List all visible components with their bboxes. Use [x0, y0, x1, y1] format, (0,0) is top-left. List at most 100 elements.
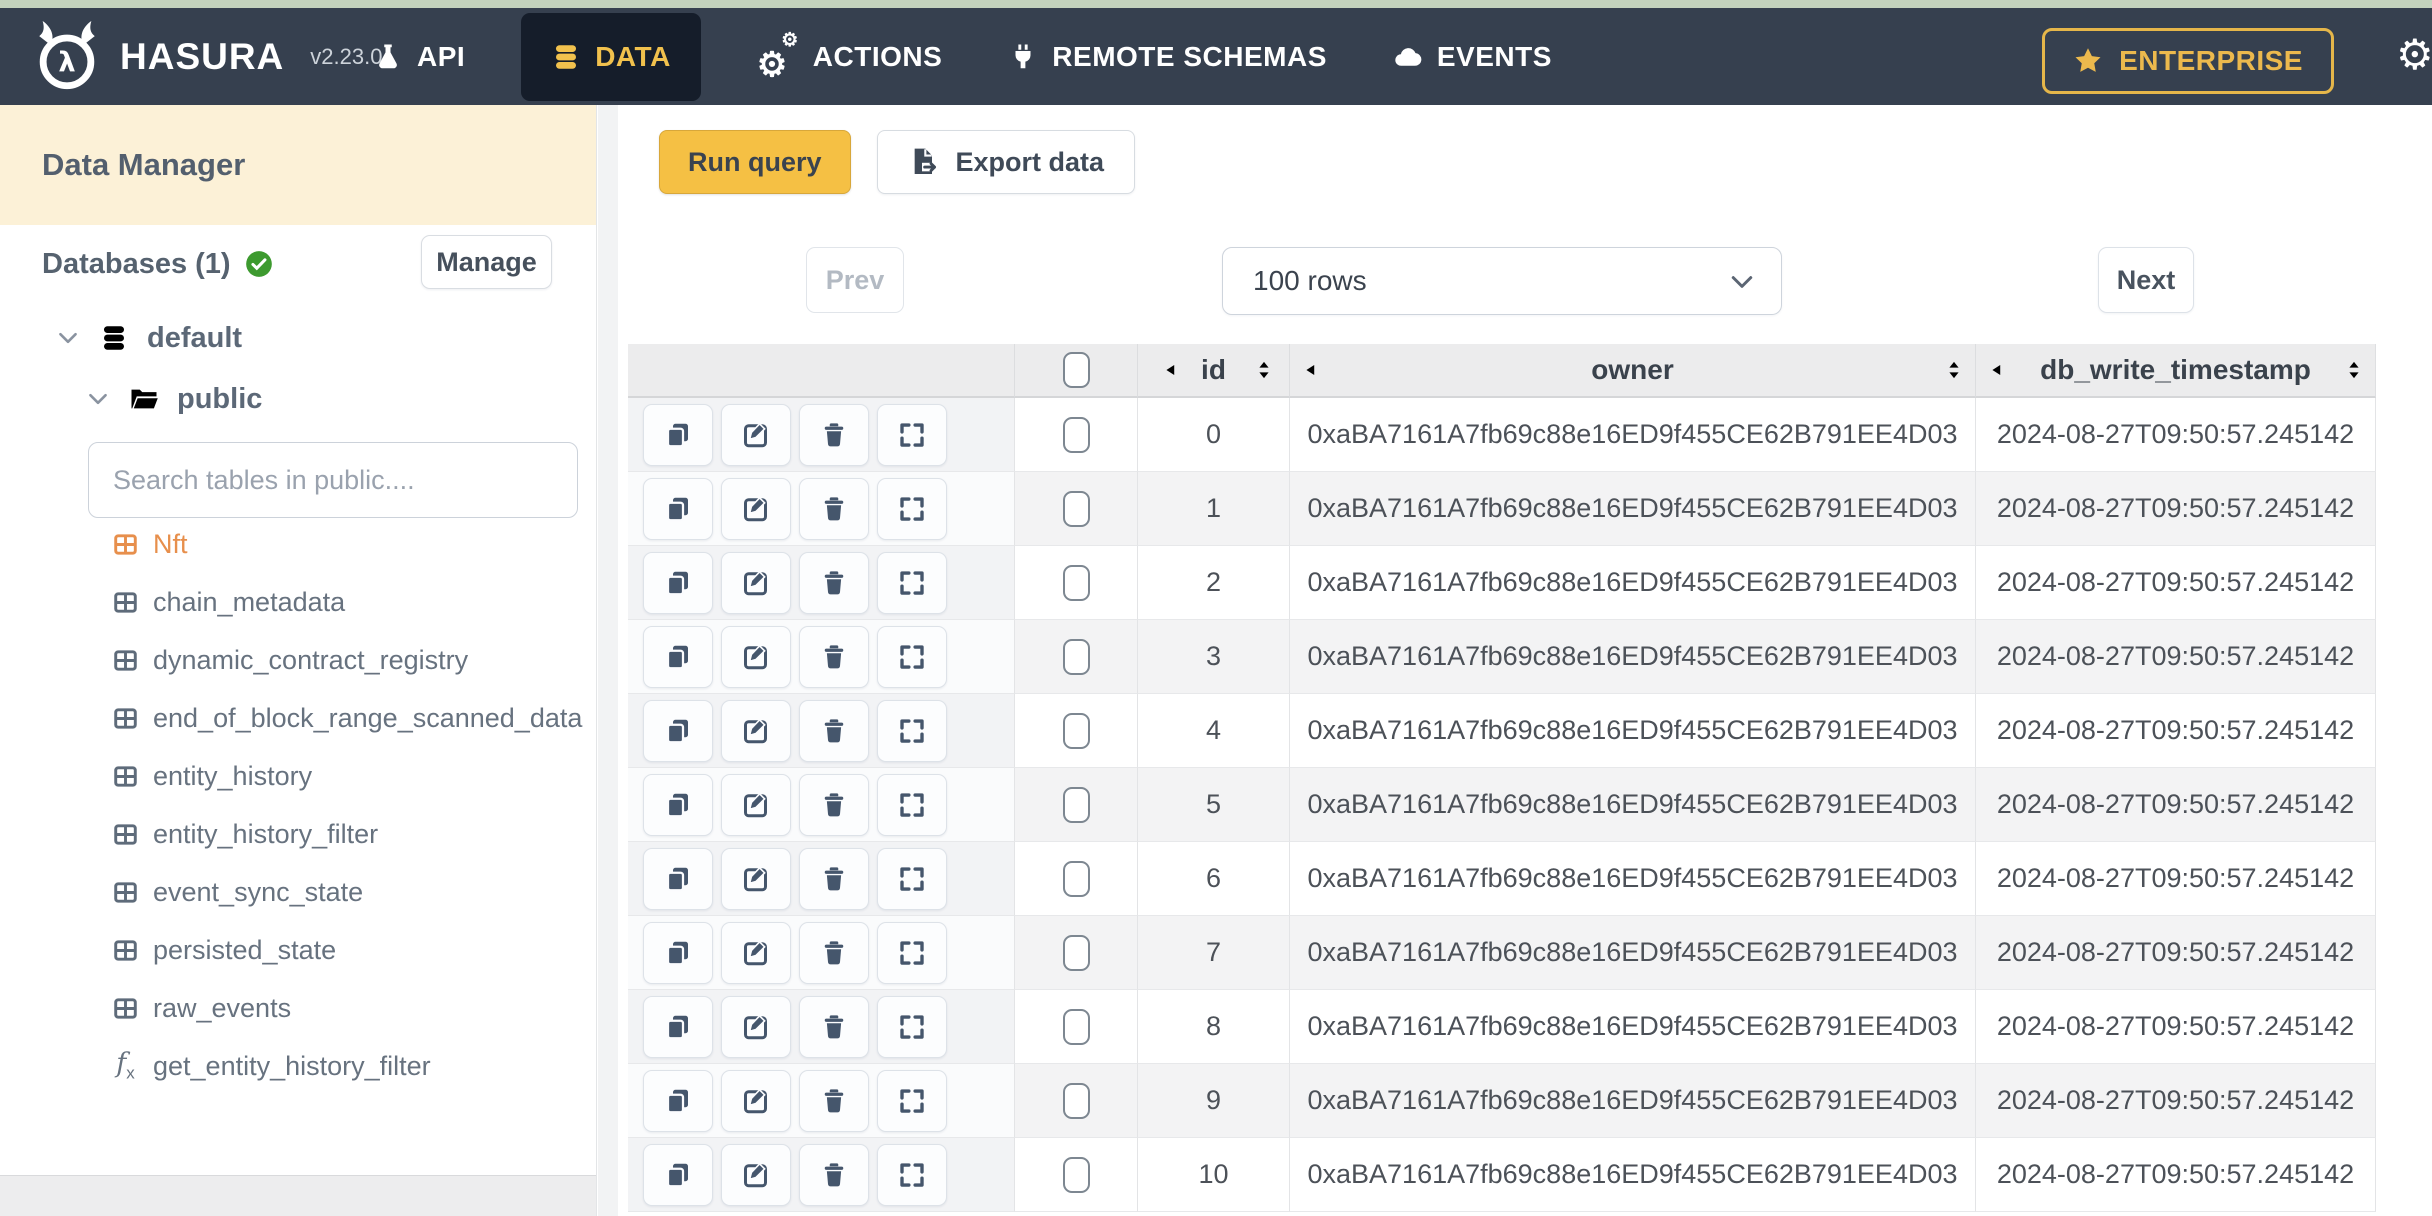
edit-row-button[interactable] [721, 995, 791, 1058]
edit-row-button[interactable] [721, 773, 791, 836]
delete-row-button[interactable] [799, 1069, 869, 1132]
main-content: Run query Export data Prev 100 rows Next… [618, 105, 2432, 1216]
sort-icon[interactable] [1253, 359, 1275, 381]
nav-label: ACTIONS [812, 40, 943, 72]
clone-row-button[interactable] [643, 625, 713, 688]
expand-row-button[interactable] [877, 403, 947, 466]
delete-row-button[interactable] [799, 1143, 869, 1206]
sidebar-item-function-get_entity_history_filter[interactable]: fx get_entity_history_filter [0, 1037, 596, 1095]
sidebar-item-table-entity_history[interactable]: entity_history [0, 747, 596, 805]
sidebar-item-table-chain_metadata[interactable]: chain_metadata [0, 573, 596, 631]
sidebar-item-table-persisted_state[interactable]: persisted_state [0, 921, 596, 979]
edit-row-button[interactable] [721, 847, 791, 910]
expand-row-button[interactable] [877, 921, 947, 984]
sidebar-item-table-entity_history_filter[interactable]: entity_history_filter [0, 805, 596, 863]
clone-row-button[interactable] [643, 699, 713, 762]
clone-row-button[interactable] [643, 1069, 713, 1132]
expand-row-button[interactable] [877, 1069, 947, 1132]
edit-row-button[interactable] [721, 1069, 791, 1132]
expand-row-button[interactable] [877, 1143, 947, 1206]
clone-row-button[interactable] [643, 995, 713, 1058]
clone-row-button[interactable] [643, 551, 713, 614]
row-checkbox[interactable] [1062, 490, 1090, 527]
nav-item-events[interactable]: EVENTS [1383, 13, 1562, 101]
header-db-write-timestamp[interactable]: db_write_timestamp [1976, 344, 2376, 398]
clone-row-button[interactable] [643, 477, 713, 540]
edit-row-button[interactable] [721, 921, 791, 984]
delete-row-button[interactable] [799, 477, 869, 540]
sidebar-scrollbar[interactable] [598, 105, 618, 1216]
delete-row-button[interactable] [799, 847, 869, 910]
row-checkbox[interactable] [1062, 564, 1090, 601]
edit-row-button[interactable] [721, 477, 791, 540]
function-name-label: get_entity_history_filter [153, 1050, 431, 1081]
delete-row-button[interactable] [799, 403, 869, 466]
expand-row-button[interactable] [877, 847, 947, 910]
nav-item-actions[interactable]: ⚙ ⚙ ACTIONS [747, 13, 953, 101]
nav-item-api[interactable]: API [363, 13, 475, 101]
select-all-checkbox[interactable] [1062, 352, 1090, 388]
sidebar-item-table-end_of_block_range_scanned_data[interactable]: end_of_block_range_scanned_data [0, 689, 596, 747]
row-checkbox[interactable] [1062, 786, 1090, 823]
chevron-down-icon[interactable] [55, 325, 81, 351]
expand-row-button[interactable] [877, 995, 947, 1058]
settings-gear-icon[interactable]: ⚙ [2396, 30, 2432, 79]
edit-row-button[interactable] [721, 1143, 791, 1206]
collapse-column-icon[interactable] [1160, 359, 1182, 381]
tree-item-public-schema[interactable]: public [0, 371, 596, 427]
edit-row-button[interactable] [721, 551, 791, 614]
delete-row-button[interactable] [799, 995, 869, 1058]
collapse-column-icon[interactable] [1986, 359, 2008, 381]
sidebar-item-table-raw_events[interactable]: raw_events [0, 979, 596, 1037]
clone-row-button[interactable] [643, 847, 713, 910]
clone-row-button[interactable] [643, 1143, 713, 1206]
prev-page-button[interactable]: Prev [806, 247, 904, 313]
chevron-down-icon[interactable] [85, 386, 111, 412]
sort-icon[interactable] [2343, 359, 2365, 381]
edit-row-button[interactable] [721, 699, 791, 762]
cell-db-write-timestamp: 2024-08-27T09:50:57.245142 [1976, 1138, 2376, 1212]
run-query-button[interactable]: Run query [659, 130, 851, 194]
clone-row-button[interactable] [643, 403, 713, 466]
expand-row-button[interactable] [877, 551, 947, 614]
edit-row-button[interactable] [721, 625, 791, 688]
sidebar-item-table-nft[interactable]: Nft [0, 515, 596, 573]
delete-row-button[interactable] [799, 699, 869, 762]
delete-row-button[interactable] [799, 773, 869, 836]
search-tables-input[interactable] [88, 442, 578, 518]
rows-per-page-select[interactable]: 100 rows [1222, 247, 1782, 315]
header-id[interactable]: id [1138, 344, 1290, 398]
delete-row-button[interactable] [799, 551, 869, 614]
database-icon [551, 42, 581, 72]
expand-row-button[interactable] [877, 477, 947, 540]
row-checkbox[interactable] [1062, 638, 1090, 675]
clone-row-button[interactable] [643, 921, 713, 984]
manage-button[interactable]: Manage [421, 235, 552, 289]
row-checkbox[interactable] [1062, 860, 1090, 897]
clone-row-button[interactable] [643, 773, 713, 836]
row-checkbox[interactable] [1062, 712, 1090, 749]
hasura-logo[interactable]: HASURA v2.23.0 [30, 8, 382, 105]
row-checkbox[interactable] [1062, 1008, 1090, 1045]
nav-item-data[interactable]: DATA [521, 12, 701, 101]
row-checkbox[interactable] [1062, 1082, 1090, 1119]
header-owner[interactable]: owner [1290, 344, 1976, 398]
row-checkbox[interactable] [1062, 934, 1090, 971]
nav-item-remote-schemas[interactable]: REMOTE SCHEMAS [998, 13, 1337, 101]
enterprise-button[interactable]: ENTERPRISE [2042, 28, 2334, 94]
sidebar-item-table-event_sync_state[interactable]: event_sync_state [0, 863, 596, 921]
next-page-button[interactable]: Next [2098, 247, 2194, 313]
delete-row-button[interactable] [799, 921, 869, 984]
expand-row-button[interactable] [877, 699, 947, 762]
collapse-column-icon[interactable] [1300, 359, 1322, 381]
edit-row-button[interactable] [721, 403, 791, 466]
row-checkbox[interactable] [1062, 416, 1090, 453]
expand-row-button[interactable] [877, 773, 947, 836]
delete-row-button[interactable] [799, 625, 869, 688]
tree-item-default-database[interactable]: default [0, 310, 596, 366]
sidebar-item-table-dynamic_contract_registry[interactable]: dynamic_contract_registry [0, 631, 596, 689]
export-data-button[interactable]: Export data [876, 130, 1136, 194]
expand-row-button[interactable] [877, 625, 947, 688]
row-checkbox[interactable] [1062, 1156, 1090, 1193]
sort-icon[interactable] [1943, 359, 1965, 381]
